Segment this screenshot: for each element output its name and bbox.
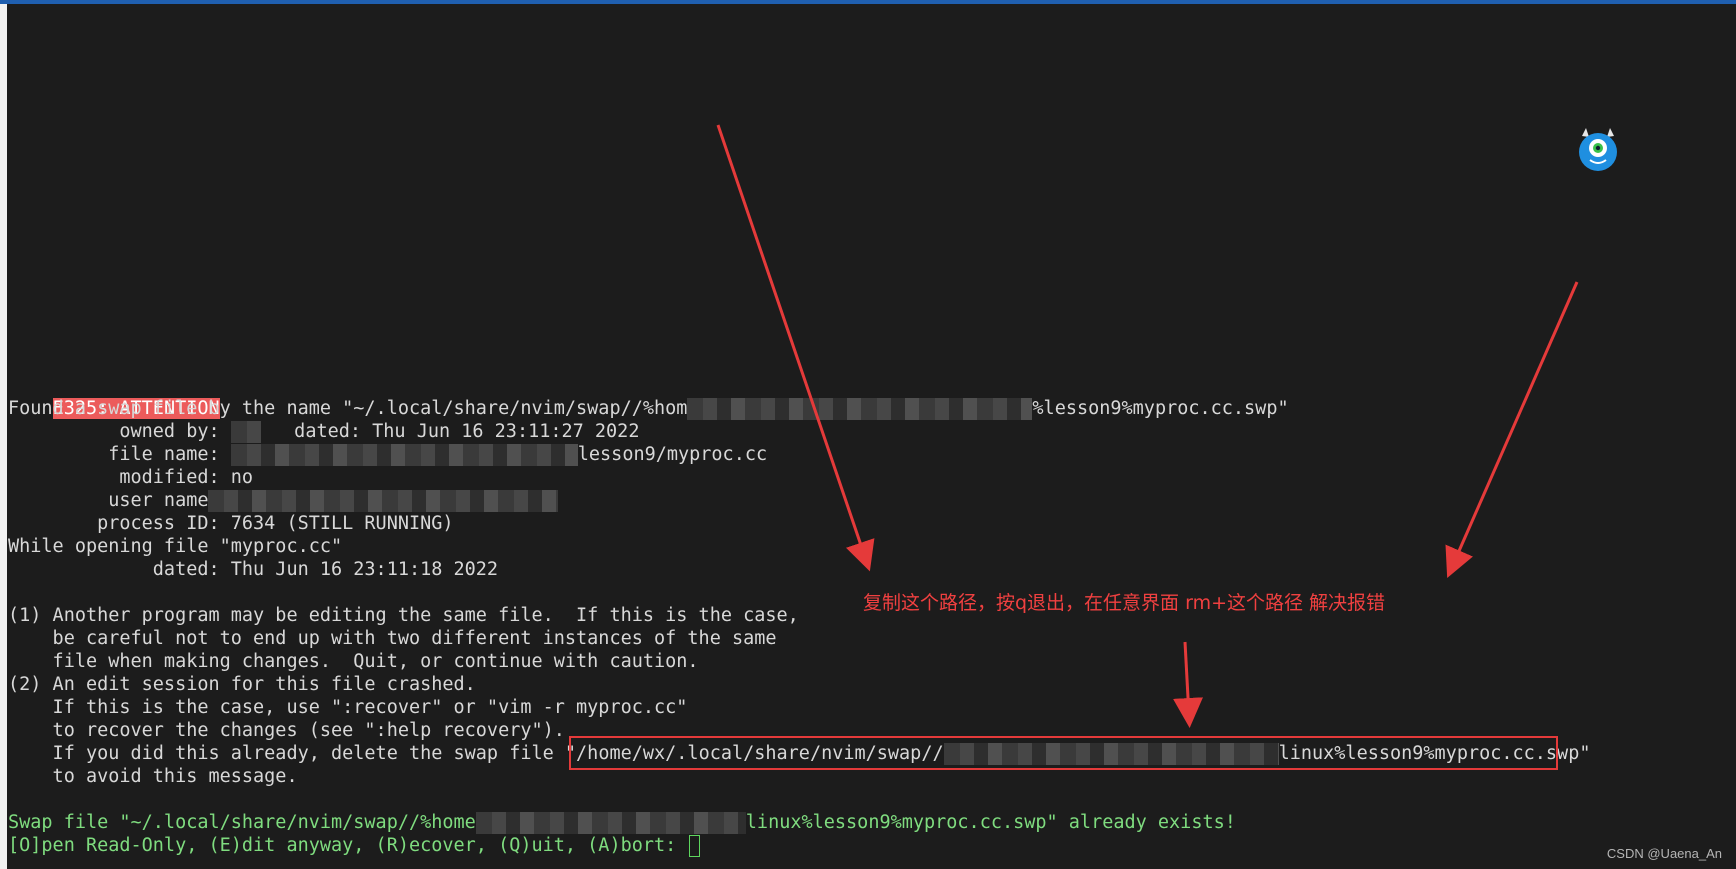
arrow-2 xyxy=(1445,281,1579,578)
annotation-arrows xyxy=(716,124,1579,728)
blue-monster-mascot-icon xyxy=(1579,128,1617,171)
arrow-1 xyxy=(716,124,875,572)
arrow-3 xyxy=(1173,641,1204,728)
annotation-note: 复制这个路径，按q退出，在任意界面 rm+这个路径 解决报错 xyxy=(863,592,1386,614)
watermark: CSDN @Uaena_An xyxy=(1606,846,1722,861)
